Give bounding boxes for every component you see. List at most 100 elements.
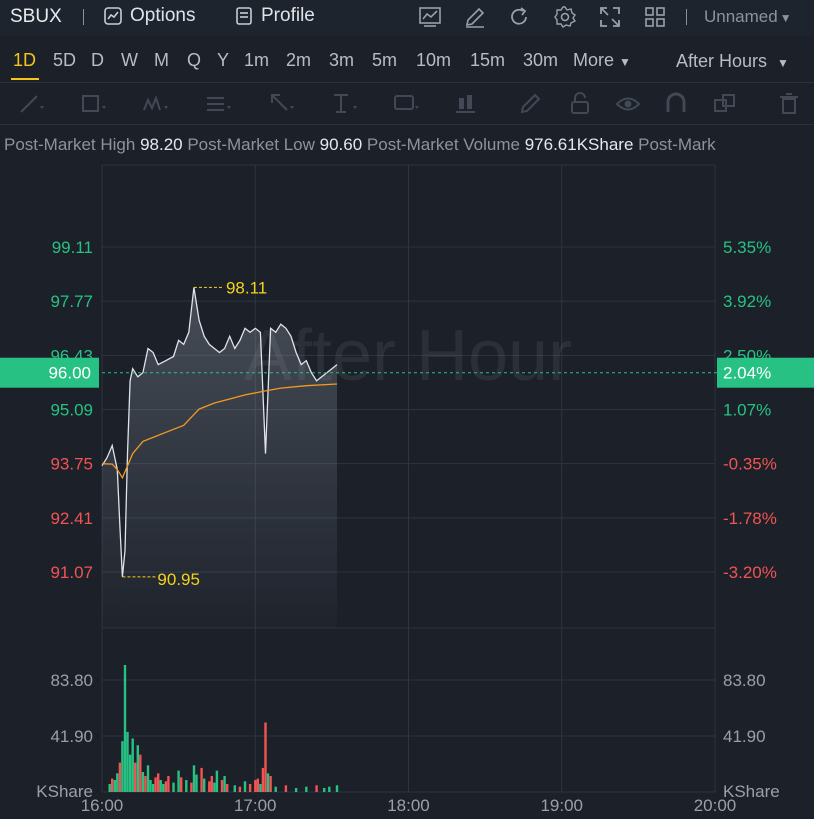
volume-bar (113, 780, 116, 792)
volume-bar (294, 788, 298, 792)
volume-bar (335, 785, 339, 792)
price-tick-label: 93.75 (50, 455, 93, 474)
clone-icon[interactable] (711, 90, 739, 118)
price-tick-label: 92.41 (50, 509, 93, 528)
volume-bar (128, 754, 132, 792)
volume-bar (121, 741, 124, 792)
interval-w[interactable]: W (121, 50, 138, 71)
top-bar: SBUX Options Profile Unnamed ▼ (0, 0, 814, 36)
pct-tick-label: -1.78% (723, 509, 777, 528)
pct-tick-label: 5.35% (723, 238, 771, 257)
volume-bar (284, 785, 288, 792)
profile-doc-icon (236, 7, 252, 25)
refresh-icon[interactable] (507, 5, 531, 29)
fib-icon[interactable] (204, 90, 232, 118)
interval-15m[interactable]: 15m (470, 50, 505, 71)
interval-1m[interactable]: 1m (244, 50, 269, 71)
arrow-icon[interactable] (267, 90, 295, 118)
price-tick-label: 91.07 (50, 563, 93, 582)
volume-bar (259, 784, 262, 792)
annotation-icon[interactable] (392, 90, 420, 118)
volume-bar (141, 772, 145, 792)
session-label: After Hours (676, 51, 768, 71)
volume-bar (123, 665, 127, 792)
volume-bar (233, 785, 236, 792)
layout-name-label: Unnamed (704, 7, 778, 26)
volume-bar (192, 765, 196, 792)
profile-tab[interactable]: Profile (234, 5, 315, 27)
draw-pen-icon[interactable] (463, 5, 487, 29)
interval-m[interactable]: M (154, 50, 169, 71)
volume-bar (167, 776, 170, 792)
volume-bar (185, 780, 188, 792)
volume-tick-label: 41.90 (50, 727, 93, 746)
interval-30m[interactable]: 30m (523, 50, 558, 71)
interval-q[interactable]: Q (187, 50, 201, 71)
pencil-icon[interactable] (517, 90, 545, 118)
divider (686, 9, 687, 25)
volume-bar (195, 774, 198, 792)
volume-bar (305, 786, 308, 792)
divider (83, 9, 84, 25)
volume-bar (226, 784, 229, 792)
caret-down-icon: ▼ (777, 56, 789, 70)
time-tick-label: 18:00 (387, 796, 430, 815)
time-tick-label: 17:00 (234, 796, 277, 815)
time-tick-label: 19:00 (540, 796, 583, 815)
magnet-icon[interactable] (662, 90, 690, 118)
interval-d[interactable]: D (91, 50, 104, 71)
session-dropdown[interactable]: After Hours ▼ (676, 51, 789, 72)
volume-bar (177, 770, 180, 792)
price-chart[interactable]: After Hour 98.11 90.95 99.1197.7796.4395… (0, 150, 814, 819)
pattern-icon[interactable] (141, 90, 169, 118)
volume-bar (180, 777, 183, 792)
symbol-title[interactable]: SBUX (10, 6, 62, 28)
interval-y[interactable]: Y (217, 50, 229, 71)
volume-bar (256, 778, 259, 792)
interval-more[interactable]: More ▼ (573, 50, 631, 71)
interval-3m[interactable]: 3m (329, 50, 354, 71)
trash-icon[interactable] (775, 90, 803, 118)
interval-5m[interactable]: 5m (372, 50, 397, 71)
interval-10m[interactable]: 10m (416, 50, 451, 71)
volume-bar (134, 762, 137, 792)
active-interval-underline (11, 78, 39, 80)
volume-bar (266, 773, 270, 792)
low-marker-label: 90.95 (157, 570, 200, 589)
volume-bar (116, 773, 119, 792)
time-axis: 16:00 17:00 18:00 19:00 20:00 (81, 796, 737, 815)
text-icon[interactable] (330, 90, 358, 118)
high-marker-label: 98.11 (226, 278, 267, 297)
fullscreen-icon[interactable] (598, 5, 622, 29)
settings-gear-icon[interactable] (553, 5, 577, 29)
trend-line-icon[interactable] (17, 90, 45, 118)
options-tab[interactable]: Options (103, 5, 195, 27)
eye-icon[interactable] (614, 90, 642, 118)
interval-1d[interactable]: 1D (13, 50, 36, 71)
interval-5d[interactable]: 5D (53, 50, 76, 71)
volume-bar (203, 778, 206, 792)
volume-bar (162, 784, 165, 792)
rectangle-icon[interactable] (79, 90, 107, 118)
candle-icon[interactable] (453, 90, 481, 118)
interval-bar: 1D 5D D W M Q Y 1m 2m 3m 5m 10m 15m 30m … (0, 45, 814, 80)
volume-bar (243, 781, 247, 792)
volume-bar (220, 780, 224, 792)
layout-grid-icon[interactable] (643, 5, 667, 29)
volume-bar (208, 781, 211, 792)
price-tick-label: 99.11 (52, 238, 93, 257)
volume-bar (261, 767, 265, 792)
indicator-icon[interactable] (418, 5, 442, 29)
layout-name-dropdown[interactable]: Unnamed ▼ (704, 7, 792, 27)
interval-2m[interactable]: 2m (286, 50, 311, 71)
volume-bar (144, 776, 147, 792)
lock-icon[interactable] (566, 90, 594, 118)
volume-bar (190, 782, 193, 792)
volume-bar (172, 782, 175, 792)
volume-bar (151, 784, 155, 792)
volume-tick-label: 83.80 (723, 671, 766, 690)
percent-axis-right: 5.35%3.92%2.50%1.07%-0.35%-1.78%-3.20% (723, 238, 777, 582)
volume-bar (328, 786, 331, 792)
volume-bar (154, 777, 157, 792)
price-tick-label: 97.77 (50, 292, 93, 311)
